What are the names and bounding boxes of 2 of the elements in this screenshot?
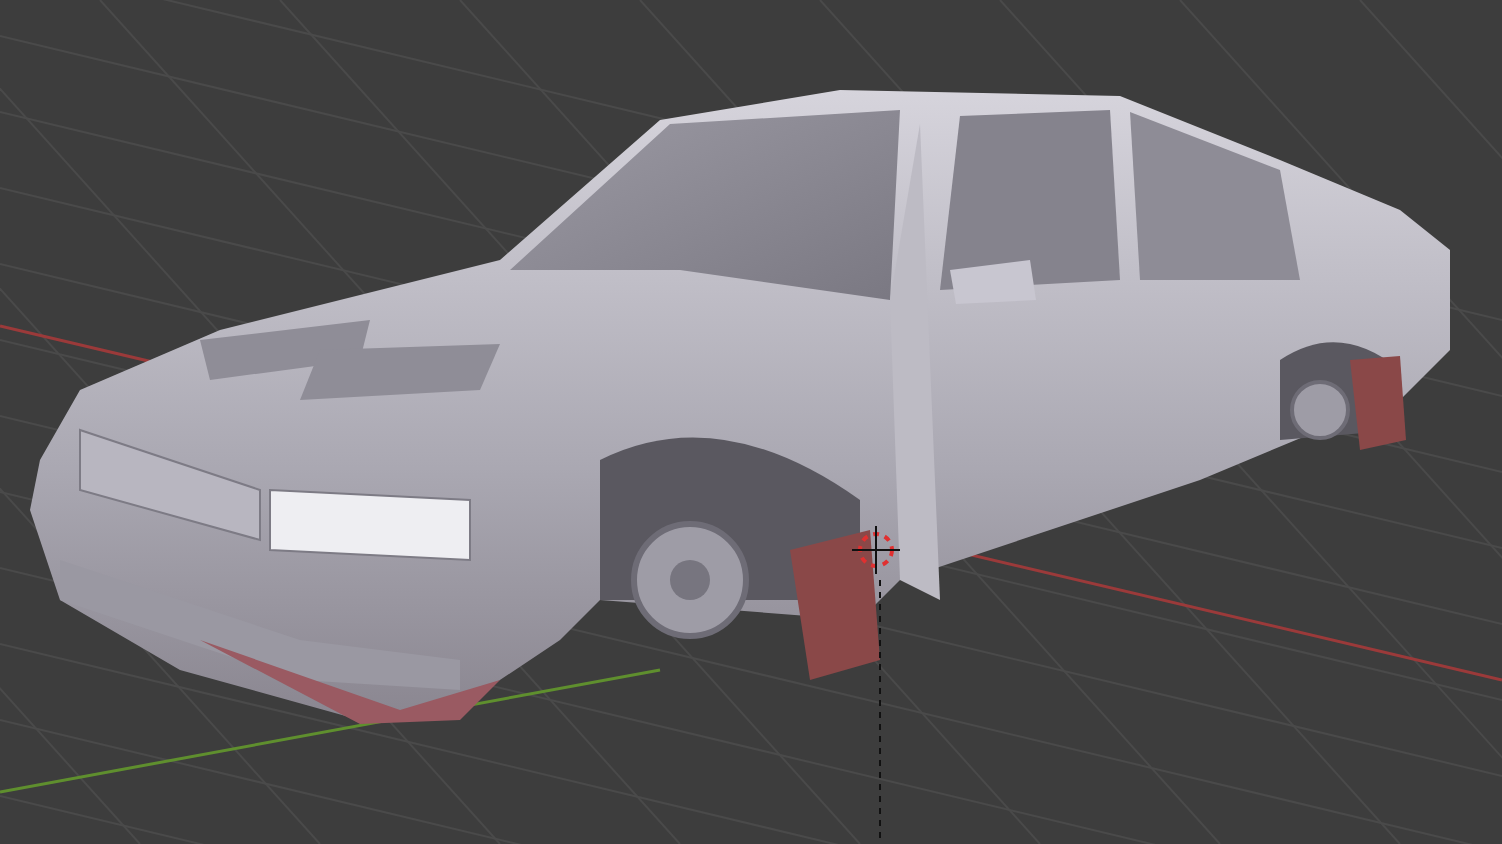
crosshair-icon[interactable] [851,525,901,844]
3d-viewport[interactable] [0,0,1502,844]
